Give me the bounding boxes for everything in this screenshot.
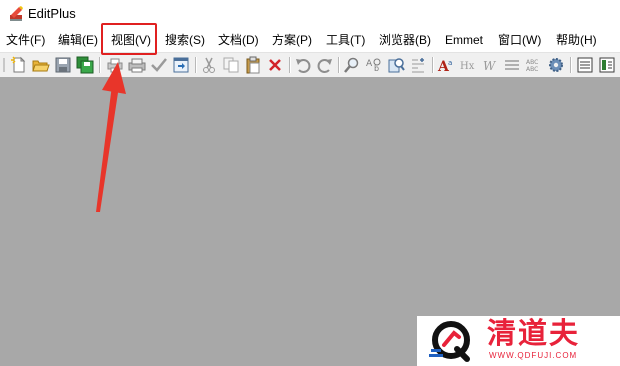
editplus-app-icon — [10, 6, 23, 21]
redo-icon[interactable] — [316, 56, 334, 74]
print-icon[interactable] — [128, 56, 146, 74]
paste-icon[interactable] — [244, 56, 262, 74]
cut-icon[interactable] — [200, 56, 218, 74]
menu-browser[interactable]: 浏览器(B) — [379, 32, 431, 48]
title-bar: EditPlus — [0, 0, 620, 28]
undo-icon[interactable] — [294, 56, 312, 74]
toolbar-separator — [99, 57, 101, 73]
replace-icon[interactable]: A b — [365, 56, 383, 74]
new-file-icon[interactable] — [10, 56, 28, 74]
toolbar-separator — [570, 57, 572, 73]
menu-bar: 文件(F) 编辑(E) 视图(V) 搜索(S) 文档(D) 方案(P) 工具(T… — [0, 29, 620, 51]
find-icon[interactable] — [343, 56, 361, 74]
print-preview-icon[interactable] — [106, 56, 124, 74]
menu-edit[interactable]: 编辑(E) — [58, 32, 98, 48]
copy-icon[interactable] — [222, 56, 240, 74]
window-title: EditPlus — [28, 6, 76, 21]
hex-icon[interactable]: Hx — [459, 56, 477, 74]
toolbar-separator — [195, 57, 197, 73]
watermark: 清道夫 WWW.QDFUJI.COM — [417, 316, 620, 366]
save-all-icon[interactable] — [76, 56, 94, 74]
watermark-name: 清道夫 — [487, 316, 581, 350]
menu-tools[interactable]: 工具(T) — [326, 32, 365, 48]
panel-icon[interactable] — [598, 56, 616, 74]
menu-help[interactable]: 帮助(H) — [556, 32, 597, 48]
save-icon[interactable] — [54, 56, 72, 74]
word-wrap-icon[interactable]: W — [481, 56, 499, 74]
browser-view-icon[interactable] — [172, 56, 190, 74]
svg-text:Hx: Hx — [460, 61, 475, 72]
toolbar-grip-icon — [3, 58, 5, 72]
goto-line-icon[interactable] — [409, 56, 427, 74]
watermark-url: WWW.QDFUJI.COM — [489, 351, 578, 360]
annotation-highlight-box — [101, 23, 157, 55]
svg-text:W: W — [483, 59, 497, 73]
column-icon[interactable]: ABC ABC — [525, 56, 543, 74]
menu-window[interactable]: 窗口(W) — [498, 32, 541, 48]
window-list-icon[interactable] — [576, 56, 594, 74]
editplus-window: EditPlus 文件(F) 编辑(E) 视图(V) 搜索(S) 文档(D) 方… — [0, 0, 620, 366]
menu-file[interactable]: 文件(F) — [6, 32, 45, 48]
find-in-files-icon[interactable] — [387, 56, 405, 74]
qdfuji-logo-icon — [429, 321, 470, 362]
svg-text:ABC: ABC — [526, 59, 538, 66]
ruler-icon[interactable] — [503, 56, 521, 74]
settings-icon[interactable] — [547, 56, 565, 74]
toolbar-separator — [432, 57, 434, 73]
menu-search[interactable]: 搜索(S) — [165, 32, 205, 48]
menu-emmet[interactable]: Emmet — [445, 32, 483, 48]
menu-document[interactable]: 文档(D) — [218, 32, 259, 48]
font-icon[interactable]: A a — [437, 56, 455, 74]
toolbar-separator — [289, 57, 291, 73]
spell-check-icon[interactable] — [150, 56, 168, 74]
toolbar-separator — [338, 57, 340, 73]
svg-text:A: A — [366, 59, 373, 69]
delete-icon[interactable] — [266, 56, 284, 74]
main-toolbar: A b A a Hx W ABC ABC — [0, 52, 620, 78]
svg-text:a: a — [448, 59, 452, 67]
open-folder-icon[interactable] — [32, 56, 50, 74]
menu-project[interactable]: 方案(P) — [272, 32, 312, 48]
svg-text:ABC: ABC — [526, 66, 538, 73]
